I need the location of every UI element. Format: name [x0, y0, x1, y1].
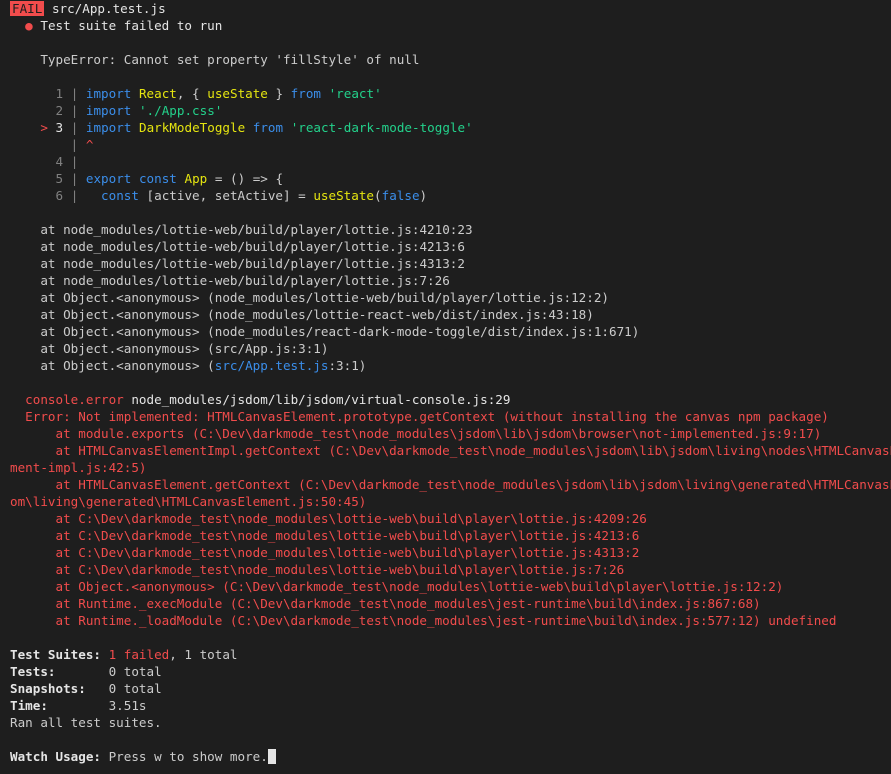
test-header: FAIL src/App.test.js	[10, 0, 891, 17]
console-error-line: ment-impl.js:42:5)	[10, 460, 147, 475]
console-error-line: at HTMLCanvasElement.getContext (C:\Dev\…	[10, 477, 891, 492]
stack-file-link[interactable]: src/App.test.js	[215, 358, 329, 373]
error-message: TypeError: Cannot set property 'fillStyl…	[40, 52, 420, 67]
console-error-line: Error: Not implemented: HTMLCanvasElemen…	[10, 409, 829, 424]
code-line-6: 6 | const [active, setActive] = useState…	[55, 188, 428, 203]
results-tests: Tests: 0 total	[10, 664, 162, 679]
stack-line: at node_modules/lottie-web/build/player/…	[40, 239, 465, 254]
results-ran: Ran all test suites.	[10, 715, 162, 730]
console-error-line: at C:\Dev\darkmode_test\node_modules\lot…	[10, 562, 625, 577]
test-file-name: src/App.test.js	[51, 1, 166, 16]
console-error-line: at HTMLCanvasElementImpl.getContext (C:\…	[10, 443, 891, 458]
console-error-line: om\living\generated\HTMLCanvasElement.js…	[10, 494, 367, 509]
console-error-line: at C:\Dev\darkmode_test\node_modules\lot…	[10, 511, 647, 526]
code-line-1: 1 | import React, { useState } from 'rea…	[55, 86, 382, 101]
console-error-header: console.error node_modules/jsdom/lib/jsd…	[25, 392, 511, 407]
console-error-line: at C:\Dev\darkmode_test\node_modules\lot…	[10, 545, 640, 560]
stack-line: at node_modules/lottie-web/build/player/…	[40, 273, 450, 288]
stack-line: at Object.<anonymous> (node_modules/lott…	[40, 290, 609, 305]
bullet-icon: ●	[25, 18, 33, 33]
code-caret-line: | ^	[70, 137, 94, 152]
console-error-line: at module.exports (C:\Dev\darkmode_test\…	[10, 426, 822, 441]
stack-line: at Object.<anonymous> (node_modules/lott…	[40, 307, 594, 322]
results-suites: Test Suites: 1 failed, 1 total	[10, 647, 238, 662]
console-error-line: at C:\Dev\darkmode_test\node_modules\lot…	[10, 528, 640, 543]
code-line-2: 2 | import './App.css'	[55, 103, 223, 118]
caret-icon: ^	[85, 137, 94, 152]
fail-badge: FAIL	[10, 1, 45, 16]
terminal-output[interactable]: FAIL src/App.test.js ● Test suite failed…	[0, 0, 891, 774]
error-marker-icon: >	[40, 120, 48, 135]
stack-line: at node_modules/lottie-web/build/player/…	[40, 256, 465, 271]
watch-usage: Watch Usage: Press w to show more.	[10, 748, 891, 765]
code-line-5: 5 | export const App = () => {	[55, 171, 284, 186]
console-error-line: at Runtime._loadModule (C:\Dev\darkmode_…	[10, 613, 837, 628]
stack-line: at Object.<anonymous> (src/App.test.js:3…	[40, 358, 367, 373]
stack-line: at Object.<anonymous> (src/App.js:3:1)	[40, 341, 329, 356]
results-snapshots: Snapshots: 0 total	[10, 681, 162, 696]
failed-count: 1 failed	[108, 647, 170, 662]
code-line-3: > 3 | import DarkModeToggle from 'react-…	[40, 120, 473, 135]
stack-line: at node_modules/lottie-web/build/player/…	[40, 222, 473, 237]
suite-failed-line: ● Test suite failed to run	[25, 18, 223, 33]
console-error-line: at Runtime._execModule (C:\Dev\darkmode_…	[10, 596, 761, 611]
console-error-line: at Object.<anonymous> (C:\Dev\darkmode_t…	[10, 579, 784, 594]
text-cursor	[267, 749, 276, 764]
results-time: Time: 3.51s	[10, 698, 147, 713]
code-line-4: 4 |	[55, 154, 79, 169]
stack-line: at Object.<anonymous> (node_modules/reac…	[40, 324, 640, 339]
